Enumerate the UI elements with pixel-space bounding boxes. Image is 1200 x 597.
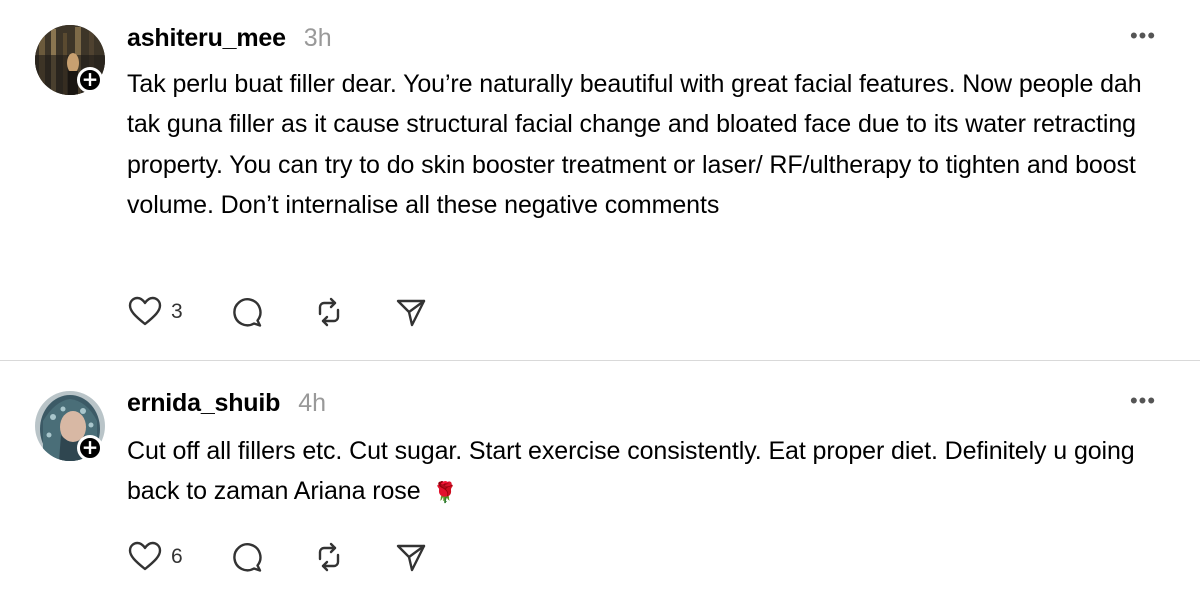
like-button[interactable]: 3 bbox=[127, 294, 229, 330]
like-button[interactable]: 6 bbox=[127, 539, 229, 575]
username[interactable]: ernida_shuib bbox=[127, 389, 280, 418]
repost-icon bbox=[318, 542, 340, 572]
more-icon[interactable]: ••• bbox=[1128, 390, 1158, 415]
more-icon[interactable]: ••• bbox=[1128, 25, 1158, 50]
post-text: Cut off all fillers etc. Cut sugar. Star… bbox=[127, 431, 1167, 514]
share-button[interactable] bbox=[393, 539, 429, 575]
timestamp[interactable]: 3h bbox=[304, 24, 332, 53]
share-button[interactable] bbox=[393, 294, 429, 330]
comment-icon bbox=[233, 298, 262, 327]
heart-icon bbox=[128, 296, 162, 326]
share-icon bbox=[396, 299, 426, 327]
action-bar: 6 bbox=[127, 537, 429, 577]
share-icon bbox=[396, 544, 426, 572]
heart-icon bbox=[128, 541, 162, 571]
follow-plus-icon[interactable]: + bbox=[77, 435, 103, 461]
like-count: 3 bbox=[171, 300, 183, 323]
comment-post: + ernida_shuib 4h ••• Cut off all filler… bbox=[0, 361, 1200, 597]
comment-post: + ashiteru_mee 3h ••• Tak perlu buat fil… bbox=[0, 0, 1200, 360]
post-header: ernida_shuib 4h bbox=[127, 389, 326, 421]
reply-button[interactable] bbox=[229, 539, 311, 575]
repost-icon bbox=[318, 297, 340, 327]
post-text: Tak perlu buat filler dear. You’re natur… bbox=[127, 64, 1167, 226]
like-count: 6 bbox=[171, 545, 183, 568]
post-text-content: Tak perlu buat filler dear. You’re natur… bbox=[127, 70, 1142, 220]
repost-button[interactable] bbox=[311, 294, 393, 330]
post-text-content: Cut off all fillers etc. Cut sugar. Star… bbox=[127, 437, 1135, 506]
username[interactable]: ashiteru_mee bbox=[127, 24, 286, 53]
reply-button[interactable] bbox=[229, 294, 311, 330]
action-bar: 3 bbox=[127, 292, 429, 332]
repost-button[interactable] bbox=[311, 539, 393, 575]
timestamp[interactable]: 4h bbox=[298, 389, 326, 418]
comment-icon bbox=[233, 543, 262, 572]
rose-emoji: 🌹 bbox=[432, 482, 458, 505]
post-header: ashiteru_mee 3h bbox=[127, 24, 332, 56]
follow-plus-icon[interactable]: + bbox=[77, 67, 103, 93]
